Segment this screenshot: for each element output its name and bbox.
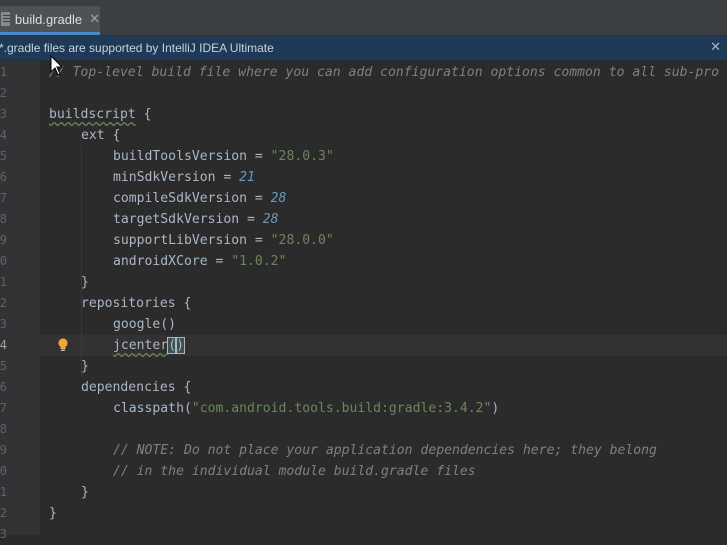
code-text: google() [113, 317, 177, 332]
code-line-7: compileSdkVersion = 28 [113, 188, 286, 209]
code-text: { [135, 107, 152, 122]
string-literal: "1.0.2" [231, 254, 287, 269]
operator: = [239, 212, 263, 227]
code-text: } [81, 359, 89, 374]
method-name: jcenter [113, 338, 169, 353]
banner-close-icon[interactable]: ✕ [710, 39, 721, 55]
operator: = [247, 149, 271, 164]
number-literal: 21 [239, 170, 255, 185]
property-name: supportLibVersion [113, 233, 248, 248]
string-literal: "28.0.3" [270, 149, 334, 164]
line-number: 17 [0, 401, 7, 415]
property-name: buildToolsVersion [113, 149, 248, 164]
property-name: targetSdkVersion [113, 212, 240, 227]
code-line-17: classpath("com.android.tools.build:gradl… [113, 398, 499, 419]
code-line-6: minSdkVersion = 21 [113, 167, 255, 188]
text-caret [183, 337, 185, 354]
code-line-4: ext { [81, 125, 120, 146]
method-name: classpath( [113, 401, 192, 416]
code-editor[interactable]: 1 2 3 4 5 6 7 8 9 10 11 12 13 14 15 16 1… [0, 61, 727, 541]
line-number: 6 [0, 170, 7, 184]
line-number: 11 [0, 275, 7, 289]
code-text: } [81, 275, 89, 290]
comment-text: // NOTE: Do not place your application d… [113, 443, 657, 458]
tab-label: build.gradle [14, 11, 83, 27]
line-number: 12 [0, 296, 7, 310]
number-literal: 28 [262, 212, 279, 227]
code-line-9: supportLibVersion = "28.0.0" [113, 230, 334, 251]
code-line-13: google() [113, 314, 176, 335]
code-text: ext { [81, 128, 121, 143]
code-line-12: repositories { [81, 293, 191, 314]
line-number: 4 [0, 128, 7, 142]
code-line-16: dependencies { [81, 377, 191, 398]
code-line-3: buildscript { [49, 104, 152, 125]
code-text: } [49, 506, 57, 521]
gradle-file-icon [1, 12, 10, 26]
banner-text: *.gradle files are supported by IntelliJ… [0, 41, 274, 55]
line-number-active: 14 [0, 338, 7, 352]
code-line-11: } [81, 272, 89, 293]
code-line-15: } [81, 356, 89, 377]
line-number: 19 [0, 443, 7, 457]
comment-text: // Top-level build file where you can ad… [49, 65, 720, 80]
code-line-20: // in the individual module build.gradle… [113, 461, 476, 482]
number-literal: 28 [270, 191, 287, 206]
line-number: 7 [0, 191, 7, 205]
operator: = [215, 170, 240, 185]
code-line-8: targetSdkVersion = 28 [113, 209, 279, 230]
string-literal: "28.0.0" [270, 233, 334, 248]
line-number: 16 [0, 380, 7, 394]
code-line-5: buildToolsVersion = "28.0.3" [113, 146, 334, 167]
code-text: } [81, 485, 89, 500]
code-text: ) [491, 401, 500, 416]
line-number: 2 [0, 86, 7, 100]
line-number: 10 [0, 254, 7, 268]
operator: = [247, 191, 271, 206]
string-literal: "com.android.tools.build:gradle:3.4.2" [191, 401, 492, 416]
line-number: 5 [0, 149, 7, 163]
code-line-19: // NOTE: Do not place your application d… [113, 440, 657, 461]
mouse-pointer-icon [50, 55, 64, 76]
line-number: 22 [0, 506, 7, 520]
code-text: repositories { [81, 296, 192, 311]
code-line-21: } [81, 482, 89, 503]
code-line-14: jcenter() [113, 335, 185, 356]
paren-open: ( [167, 337, 178, 354]
property-name: compileSdkVersion [113, 191, 248, 206]
line-number-gutter: 1 2 3 4 5 6 7 8 9 10 11 12 13 14 15 16 1… [0, 61, 40, 541]
line-number: 8 [0, 212, 7, 226]
keyword-buildscript: buildscript [49, 107, 136, 122]
close-tab-icon[interactable]: ✕ [89, 11, 100, 27]
line-number: 20 [0, 464, 7, 478]
tab-build-gradle[interactable]: build.gradle ✕ [0, 6, 100, 35]
code-text: dependencies { [81, 380, 192, 395]
operator: = [207, 254, 232, 269]
lightbulb-icon[interactable] [57, 338, 69, 352]
line-number: 9 [0, 233, 7, 247]
line-number: 18 [0, 422, 7, 436]
code-line-1: // Top-level build file where you can ad… [49, 62, 719, 83]
line-number: 15 [0, 359, 7, 373]
paren-close: ) [175, 337, 185, 354]
notification-banner: *.gradle files are supported by IntelliJ… [0, 36, 727, 60]
code-line-10: androidXCore = "1.0.2" [113, 251, 286, 272]
line-number: 1 [0, 65, 7, 79]
line-number: 13 [0, 317, 7, 331]
operator: = [247, 233, 271, 248]
editor-tab-bar: build.gradle ✕ [0, 0, 727, 36]
comment-text: // in the individual module build.gradle… [113, 464, 476, 479]
property-name: androidXCore [113, 254, 208, 269]
code-line-22: } [49, 503, 57, 524]
line-number: 21 [0, 485, 7, 499]
line-number: 3 [0, 107, 7, 121]
property-name: minSdkVersion [113, 170, 216, 185]
